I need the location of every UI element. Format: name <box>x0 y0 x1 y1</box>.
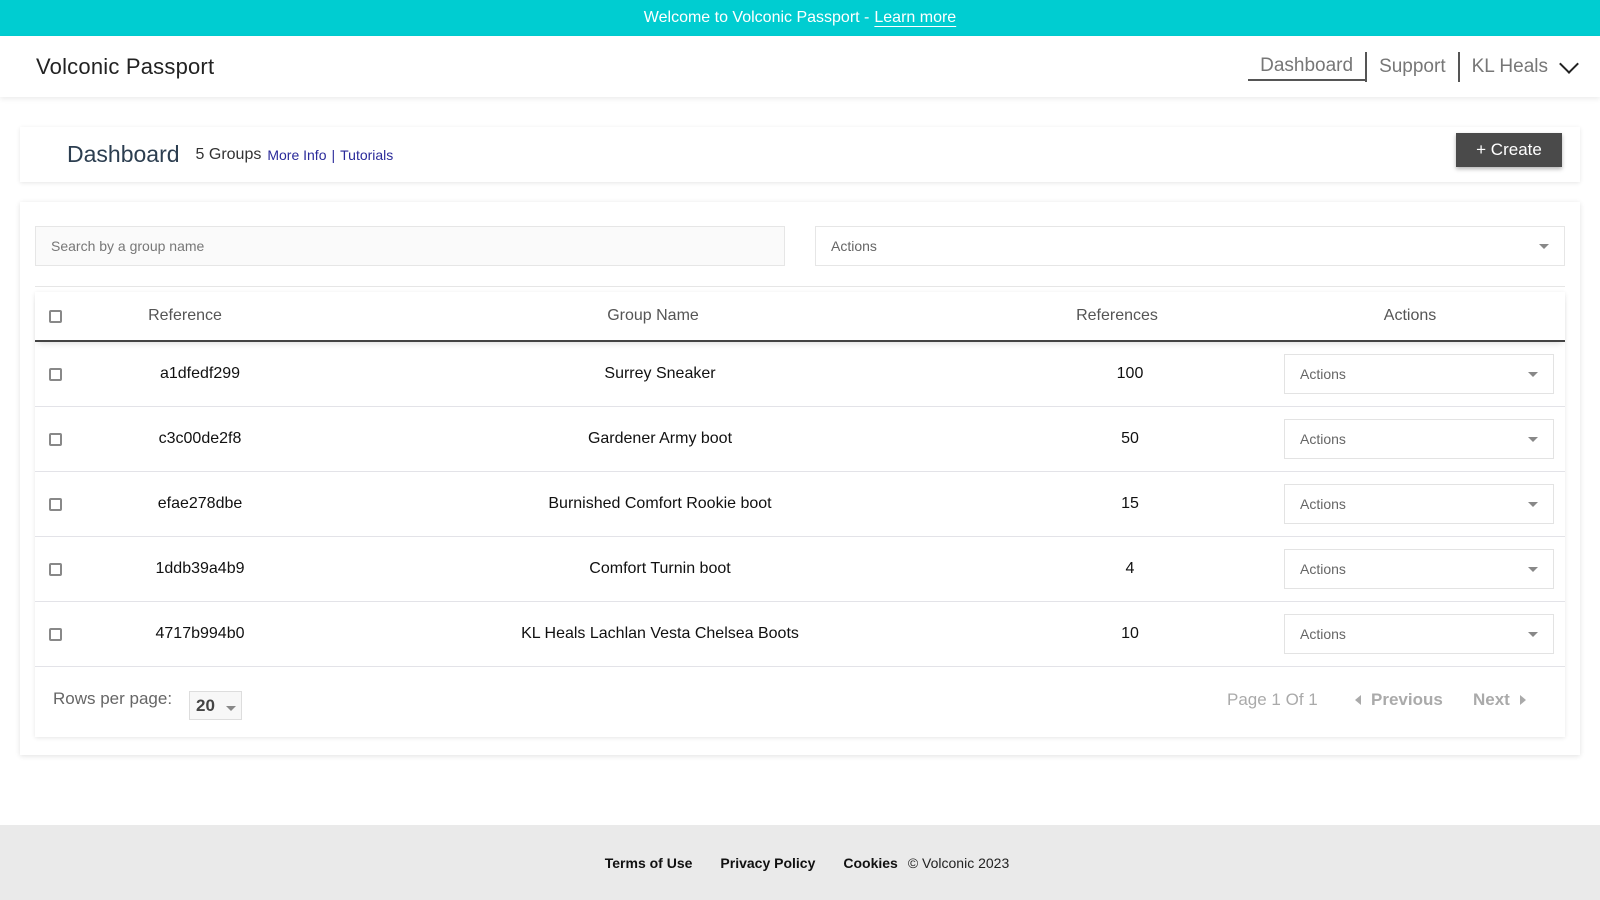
next-page-button[interactable]: Next <box>1473 690 1526 710</box>
table-row: efae278dbe Burnished Comfort Rookie boot… <box>35 472 1565 537</box>
terms-of-use-link[interactable]: Terms of Use <box>605 855 693 871</box>
rows-per-page-label: Rows per page: <box>53 689 173 708</box>
table-row: 1ddb39a4b9 Comfort Turnin boot 4 Actions <box>35 537 1565 602</box>
divider <box>35 286 1565 287</box>
row-checkbox[interactable] <box>49 562 62 576</box>
references-cell: 100 <box>1116 365 1144 382</box>
tutorials-link[interactable]: Tutorials <box>340 147 393 163</box>
welcome-banner: Welcome to Volconic Passport - Learn mor… <box>0 0 1600 36</box>
table-header: Reference Group Name References Actions <box>35 292 1565 342</box>
caret-down-icon <box>226 705 236 711</box>
create-button[interactable]: + Create <box>1456 133 1562 167</box>
top-nav: Dashboard Support KL Heals <box>1248 51 1579 82</box>
group-name-cell[interactable]: Surrey Sneaker <box>360 365 960 383</box>
page-title: Dashboard <box>67 141 180 167</box>
references-cell: 4 <box>1125 560 1135 577</box>
row-actions-value: Actions <box>1300 561 1346 577</box>
row-actions-value: Actions <box>1300 431 1346 447</box>
table-row: a1dfedf299 Surrey Sneaker 100 Actions <box>35 342 1565 407</box>
caret-left-icon <box>1355 695 1361 705</box>
caret-down-icon <box>1528 372 1538 377</box>
group-name-cell[interactable]: Burnished Comfort Rookie boot <box>360 495 960 513</box>
row-checkbox[interactable] <box>49 367 62 381</box>
caret-down-icon <box>1528 567 1538 572</box>
table-row: 4717b994b0 KL Heals Lachlan Vesta Chelse… <box>35 602 1565 667</box>
nav-dashboard[interactable]: Dashboard <box>1248 53 1366 81</box>
learn-more-link[interactable]: Learn more <box>874 9 956 27</box>
row-actions-value: Actions <box>1300 496 1346 512</box>
column-header-group-name[interactable]: Group Name <box>353 307 953 325</box>
groups-table: Reference Group Name References Actions … <box>35 292 1565 737</box>
row-actions-select[interactable]: Actions <box>1284 614 1554 654</box>
privacy-policy-link[interactable]: Privacy Policy <box>720 855 815 871</box>
top-navigation-bar: Volconic Passport Dashboard Support KL H… <box>0 36 1600 97</box>
page-info: Page 1 Of 1 <box>1227 690 1318 709</box>
previous-label: Previous <box>1371 690 1443 709</box>
next-label: Next <box>1473 690 1510 709</box>
bulk-actions-select[interactable]: Actions <box>815 226 1565 266</box>
copyright: © Volconic 2023 <box>907 854 1010 871</box>
reference-cell: 4717b994b0 <box>155 625 245 642</box>
caret-right-icon <box>1519 695 1526 705</box>
column-header-reference[interactable]: Reference <box>95 307 275 325</box>
row-select-cell <box>49 627 62 641</box>
more-info-link[interactable]: More Info <box>267 147 326 163</box>
select-all-checkbox[interactable] <box>49 309 62 323</box>
previous-page-button[interactable]: Previous <box>1355 690 1443 710</box>
link-separator: | <box>331 146 336 163</box>
group-name-cell[interactable]: KL Heals Lachlan Vesta Chelsea Boots <box>360 625 960 643</box>
user-name: KL Heals <box>1471 55 1548 77</box>
user-menu[interactable]: KL Heals <box>1460 53 1579 78</box>
row-checkbox[interactable] <box>49 497 62 511</box>
group-name-cell[interactable]: Gardener Army boot <box>360 430 960 448</box>
references-cell: 50 <box>1121 430 1139 447</box>
group-count: 5 Groups <box>195 145 262 163</box>
row-checkbox[interactable] <box>49 627 62 641</box>
page-header: Dashboard 5 Groups More Info | Tutorials… <box>20 127 1580 182</box>
bulk-actions-value: Actions <box>831 238 877 254</box>
row-actions-select[interactable]: Actions <box>1284 419 1554 459</box>
caret-down-icon <box>1528 632 1538 637</box>
row-checkbox[interactable] <box>49 432 62 446</box>
table-row: c3c00de2f8 Gardener Army boot 50 Actions <box>35 407 1565 472</box>
reference-cell: c3c00de2f8 <box>158 430 242 447</box>
rows-per-page-value: 20 <box>196 695 215 715</box>
select-all-cell <box>49 309 62 323</box>
row-select-cell <box>49 497 62 511</box>
row-actions-select[interactable]: Actions <box>1284 484 1554 524</box>
group-search-input[interactable] <box>35 226 785 266</box>
row-actions-value: Actions <box>1300 626 1346 642</box>
column-header-actions: Actions <box>1383 307 1437 324</box>
brand-title[interactable]: Volconic Passport <box>36 54 214 80</box>
reference-cell: 1ddb39a4b9 <box>155 560 245 577</box>
row-actions-select[interactable]: Actions <box>1284 354 1554 394</box>
references-cell: 15 <box>1121 495 1139 512</box>
row-select-cell <box>49 562 62 576</box>
chevron-down-icon <box>1559 53 1579 74</box>
banner-text: Welcome to Volconic Passport - <box>643 9 870 26</box>
reference-cell: efae278dbe <box>157 495 243 512</box>
rows-per-page-select[interactable]: 20 <box>189 691 242 720</box>
caret-down-icon <box>1528 502 1538 507</box>
caret-down-icon <box>1539 244 1549 249</box>
footer: Terms of Use Privacy Policy Cookies © Vo… <box>0 825 1600 900</box>
column-header-references[interactable]: References <box>1052 307 1182 325</box>
row-actions-value: Actions <box>1300 366 1346 382</box>
pagination-bar: Rows per page: 20 Page 1 Of 1 Previous N… <box>35 667 1565 737</box>
cookies-link[interactable]: Cookies <box>843 855 897 871</box>
reference-cell: a1dfedf299 <box>159 365 241 382</box>
row-select-cell <box>49 367 62 381</box>
group-name-cell[interactable]: Comfort Turnin boot <box>360 560 960 578</box>
row-actions-select[interactable]: Actions <box>1284 549 1554 589</box>
caret-down-icon <box>1528 437 1538 442</box>
row-select-cell <box>49 432 62 446</box>
references-cell: 10 <box>1121 625 1139 642</box>
nav-support[interactable]: Support <box>1367 52 1458 82</box>
groups-panel: Actions Reference Group Name References … <box>20 202 1580 755</box>
